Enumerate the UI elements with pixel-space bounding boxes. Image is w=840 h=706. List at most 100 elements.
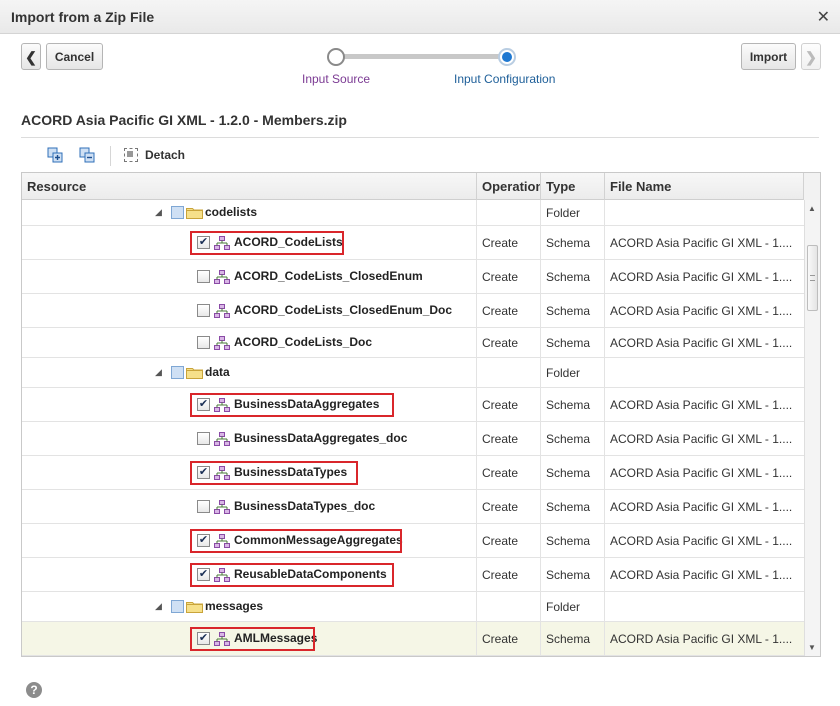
close-icon[interactable]: ✕: [817, 7, 830, 27]
folder-select-box[interactable]: [171, 206, 184, 219]
table-row[interactable]: ✔ ACORD_CodeLists Create Schema ACORD Asia P…: [22, 226, 804, 260]
cancel-button[interactable]: Cancel: [46, 43, 103, 70]
type-cell: Folder: [541, 200, 605, 225]
import-button[interactable]: Import: [741, 43, 796, 70]
scroll-grip: [810, 275, 815, 281]
collapse-all-icon[interactable]: [79, 147, 95, 163]
dialog-titlebar: Import from a Zip File ✕: [0, 0, 840, 34]
type-cell: Schema: [541, 456, 605, 489]
expand-triangle-icon[interactable]: ◢: [155, 367, 162, 378]
type-cell: Schema: [541, 490, 605, 523]
type-cell: Schema: [541, 328, 605, 357]
scroll-up-icon[interactable]: ▲: [808, 204, 816, 213]
table-row[interactable]: BusinessDataAggregates_doc Create Schema AC…: [22, 422, 804, 456]
expand-all-icon[interactable]: [47, 147, 63, 163]
table-row[interactable]: ACORD_CodeLists_ClosedEnum_Doc Create Sche…: [22, 294, 804, 328]
scroll-thumb[interactable]: [807, 245, 818, 311]
type-cell: Schema: [541, 558, 605, 591]
back-button[interactable]: ❮: [21, 43, 41, 70]
column-header-resource[interactable]: Resource: [22, 173, 477, 200]
file-name-cell: [605, 358, 804, 387]
folder-select-box[interactable]: [171, 366, 184, 379]
table-row[interactable]: ✔ AMLMessages Create Schema ACORD Asia Pacif…: [22, 622, 804, 656]
operation-cell: Create: [477, 294, 541, 327]
train-stop-input-source[interactable]: [327, 48, 345, 66]
table-row[interactable]: BusinessDataTypes_doc Create Schema ACORD A…: [22, 490, 804, 524]
type-cell: Folder: [541, 358, 605, 387]
resource-cell: ◢ codelists: [22, 200, 477, 225]
schema-icon: [214, 432, 230, 446]
vertical-scrollbar[interactable]: ▲ ▼: [804, 200, 820, 656]
row-checkbox[interactable]: [197, 336, 210, 349]
folder-row[interactable]: ◢ data Folder: [22, 358, 804, 388]
operation-cell: [477, 592, 541, 621]
column-header-type[interactable]: Type: [541, 173, 605, 200]
type-cell: Folder: [541, 592, 605, 621]
chevron-left-icon: ❮: [25, 48, 37, 65]
folder-row[interactable]: ◢ codelists Folder: [22, 200, 804, 226]
file-name-cell: ACORD Asia Pacific GI XML - 1....: [610, 235, 793, 250]
expand-triangle-icon[interactable]: ◢: [155, 601, 162, 612]
table-row[interactable]: ✔ ReusableDataComponents Create Schema ACORD…: [22, 558, 804, 592]
table-row[interactable]: ✔ CommonMessageAggregates Create Schema ACOR…: [22, 524, 804, 558]
type-cell: Schema: [541, 226, 605, 259]
operation-cell: Create: [477, 622, 541, 655]
file-name-cell: ACORD Asia Pacific GI XML - 1....: [610, 631, 793, 646]
zip-file-name: ACORD Asia Pacific GI XML - 1.2.0 - Memb…: [21, 112, 347, 128]
table-row[interactable]: ✔ BusinessDataTypes Create Schema ACORD Asia…: [22, 456, 804, 490]
row-checkbox[interactable]: [197, 304, 210, 317]
type-cell: Schema: [541, 260, 605, 293]
detach-button[interactable]: Detach: [145, 148, 185, 162]
column-header-operation[interactable]: Operation: [477, 173, 541, 200]
train-label-input-source[interactable]: Input Source: [302, 72, 370, 86]
row-checkbox[interactable]: [197, 500, 210, 513]
scroll-down-icon[interactable]: ▼: [808, 643, 816, 652]
table-row[interactable]: ✔ BusinessDataAggregates Create Schema ACORD…: [22, 388, 804, 422]
type-cell: Schema: [541, 422, 605, 455]
folder-name: data: [205, 365, 230, 379]
resource-cell: ✔ AMLMessages: [22, 622, 477, 655]
row-checkbox[interactable]: [197, 432, 210, 445]
file-name-cell: [605, 592, 804, 621]
schema-icon: [214, 304, 230, 318]
operation-cell: Create: [477, 422, 541, 455]
operation-cell: Create: [477, 558, 541, 591]
highlight-box: [190, 563, 395, 587]
train-connector: [336, 54, 507, 59]
resource-cell: ◢ messages: [22, 592, 477, 621]
highlight-box: [190, 461, 359, 485]
folder-row[interactable]: ◢ messages Folder: [22, 592, 804, 622]
column-header-file-name[interactable]: File Name: [605, 173, 804, 200]
operation-cell: Create: [477, 328, 541, 357]
file-name-cell: ACORD Asia Pacific GI XML - 1....: [610, 499, 793, 514]
train-stop-input-configuration[interactable]: [498, 48, 516, 66]
resource-cell: ACORD_CodeLists_Doc: [22, 328, 477, 357]
next-button[interactable]: ❯: [801, 43, 821, 70]
file-name-cell: ACORD Asia Pacific GI XML - 1....: [610, 533, 793, 548]
operation-cell: Create: [477, 456, 541, 489]
operation-cell: Create: [477, 260, 541, 293]
schema-name: BusinessDataTypes_doc: [234, 499, 376, 513]
resource-cell: ✔ ACORD_CodeLists: [22, 226, 477, 259]
folder-name: messages: [205, 599, 264, 613]
operation-cell: Create: [477, 388, 541, 421]
schema-name: BusinessDataAggregates_doc: [234, 431, 408, 445]
highlight-box: [190, 231, 344, 255]
resource-cell: ✔ BusinessDataAggregates: [22, 388, 477, 421]
dialog-title: Import from a Zip File: [11, 9, 155, 25]
help-icon[interactable]: ?: [26, 682, 42, 698]
table-row[interactable]: ACORD_CodeLists_Doc Create Schema ACORD Asi…: [22, 328, 804, 358]
train-label-input-configuration[interactable]: Input Configuration: [454, 72, 555, 86]
operation-cell: [477, 358, 541, 387]
operation-cell: Create: [477, 226, 541, 259]
schema-icon: [214, 500, 230, 514]
detach-icon[interactable]: [124, 148, 138, 162]
row-checkbox[interactable]: [197, 270, 210, 283]
resource-cell: BusinessDataAggregates_doc: [22, 422, 477, 455]
file-name-cell: ACORD Asia Pacific GI XML - 1....: [610, 303, 793, 318]
folder-select-box[interactable]: [171, 600, 184, 613]
highlight-box: [190, 627, 316, 651]
table-row[interactable]: ACORD_CodeLists_ClosedEnum Create Schema AC…: [22, 260, 804, 294]
type-cell: Schema: [541, 388, 605, 421]
expand-triangle-icon[interactable]: ◢: [155, 207, 162, 218]
